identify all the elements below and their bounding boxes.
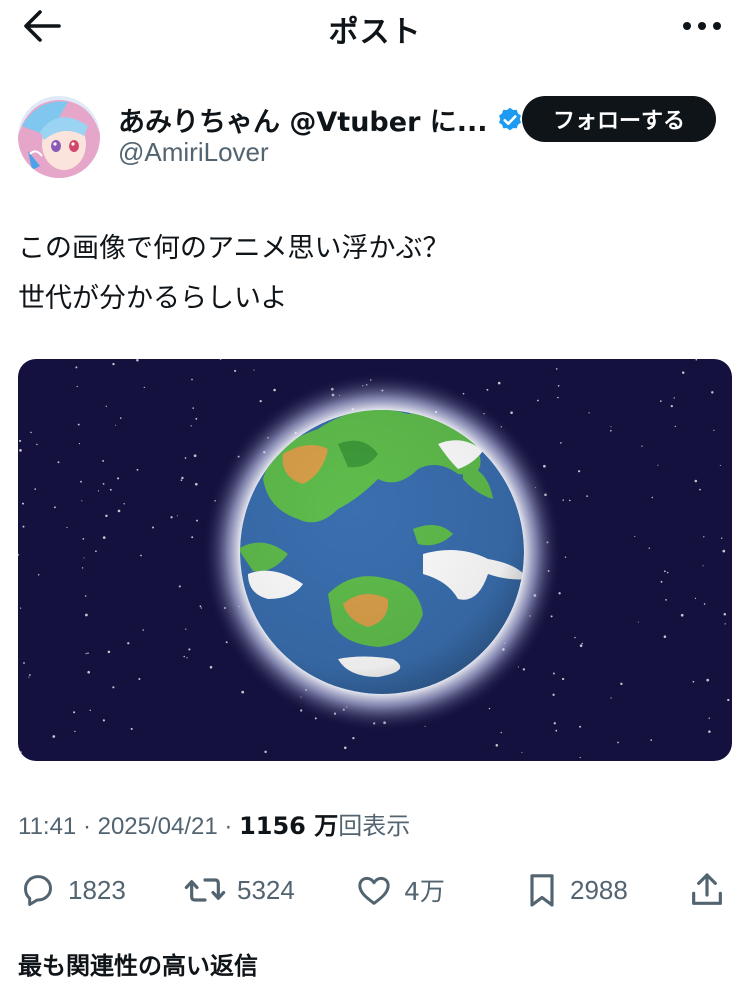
repost-icon xyxy=(184,878,226,902)
views-count: 1156 万 xyxy=(239,812,339,840)
earth-image xyxy=(18,359,732,761)
top-bar: ポスト xyxy=(0,0,750,60)
post-meta: 11:41 · 2025/04/21 · 1156 万回表示 xyxy=(18,806,410,841)
bookmark-icon xyxy=(530,874,554,907)
related-replies-heading: 最も関連性の高い返信 xyxy=(18,952,258,980)
more-options-button[interactable] xyxy=(676,8,728,44)
repost-button[interactable]: 5324 xyxy=(183,862,295,918)
reply-icon xyxy=(24,875,52,906)
bookmark-button[interactable]: 2988 xyxy=(524,862,628,918)
repost-count: 5324 xyxy=(237,874,295,905)
page-title: ポスト xyxy=(328,15,422,50)
post-image[interactable] xyxy=(18,359,732,761)
heart-icon xyxy=(358,876,390,905)
post-text-line: この画像で何のアニメ思い浮かぶ？ xyxy=(18,233,450,264)
share-button[interactable] xyxy=(688,862,726,918)
post-text: この画像で何のアニメ思い浮かぶ？ 世代が分かるらしいよ xyxy=(18,224,718,324)
more-horizontal-icon xyxy=(683,22,721,30)
author-name[interactable]: あみりちゃん @Vtuber に... xyxy=(118,100,524,139)
post-text-line: 世代が分かるらしいよ xyxy=(18,283,288,314)
reply-count: 1823 xyxy=(68,874,126,905)
like-count: 4万 xyxy=(404,877,445,906)
post-timestamp[interactable]: 11:41 · 2025/04/21 · xyxy=(18,813,239,840)
bookmark-count: 2988 xyxy=(570,874,628,905)
verified-badge-icon xyxy=(496,106,524,134)
action-bar: 1823 5324 4万 2988 xyxy=(0,862,750,918)
like-button[interactable]: 4万 xyxy=(354,862,445,918)
views-label: 回表示 xyxy=(338,813,411,840)
author-display-name: あみりちゃん @Vtuber に... xyxy=(118,107,488,138)
share-icon xyxy=(692,873,722,905)
avatar[interactable] xyxy=(18,96,100,178)
author-handle[interactable]: @AmiriLover xyxy=(118,137,269,168)
follow-button[interactable]: フォローする xyxy=(522,96,716,142)
reply-button[interactable]: 1823 xyxy=(18,862,126,918)
